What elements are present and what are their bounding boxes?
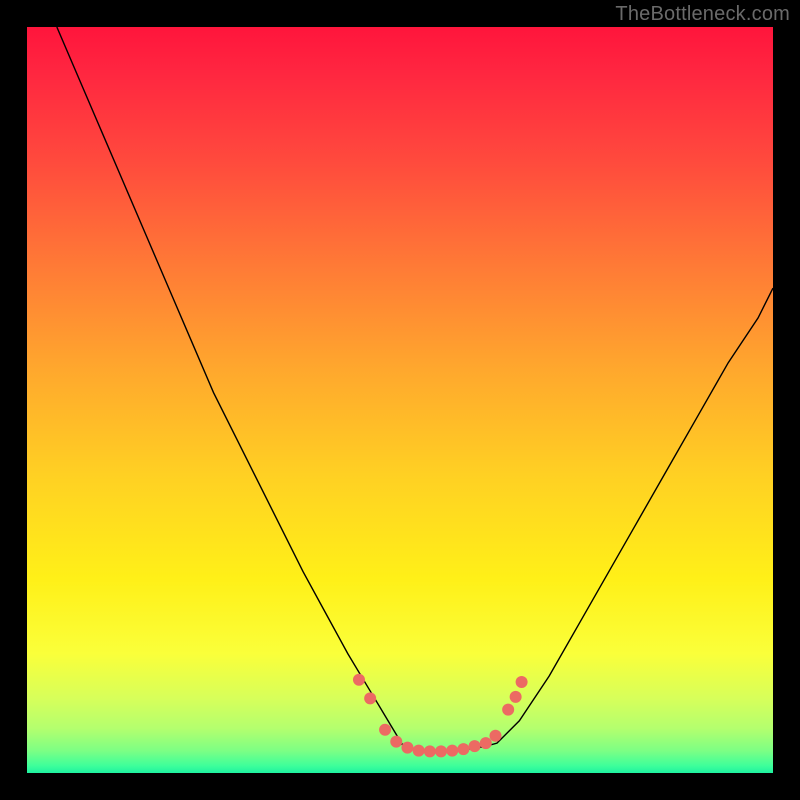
marker-dot [446, 745, 458, 757]
marker-dot [480, 737, 492, 749]
marker-dot [401, 742, 413, 754]
bottleneck-curve [57, 27, 773, 751]
marker-dot [435, 745, 447, 757]
marker-dot [489, 730, 501, 742]
marker-group [353, 674, 528, 758]
marker-dot [502, 704, 514, 716]
marker-dot [516, 676, 528, 688]
marker-dot [353, 674, 365, 686]
marker-dot [457, 743, 469, 755]
plot-area [27, 27, 773, 773]
marker-dot [510, 691, 522, 703]
chart-svg [27, 27, 773, 773]
marker-dot [469, 740, 481, 752]
outer-frame: TheBottleneck.com [0, 0, 800, 800]
watermark-text: TheBottleneck.com [615, 3, 790, 26]
marker-dot [379, 724, 391, 736]
marker-dot [390, 736, 402, 748]
marker-dot [413, 745, 425, 757]
marker-dot [364, 692, 376, 704]
marker-dot [424, 745, 436, 757]
